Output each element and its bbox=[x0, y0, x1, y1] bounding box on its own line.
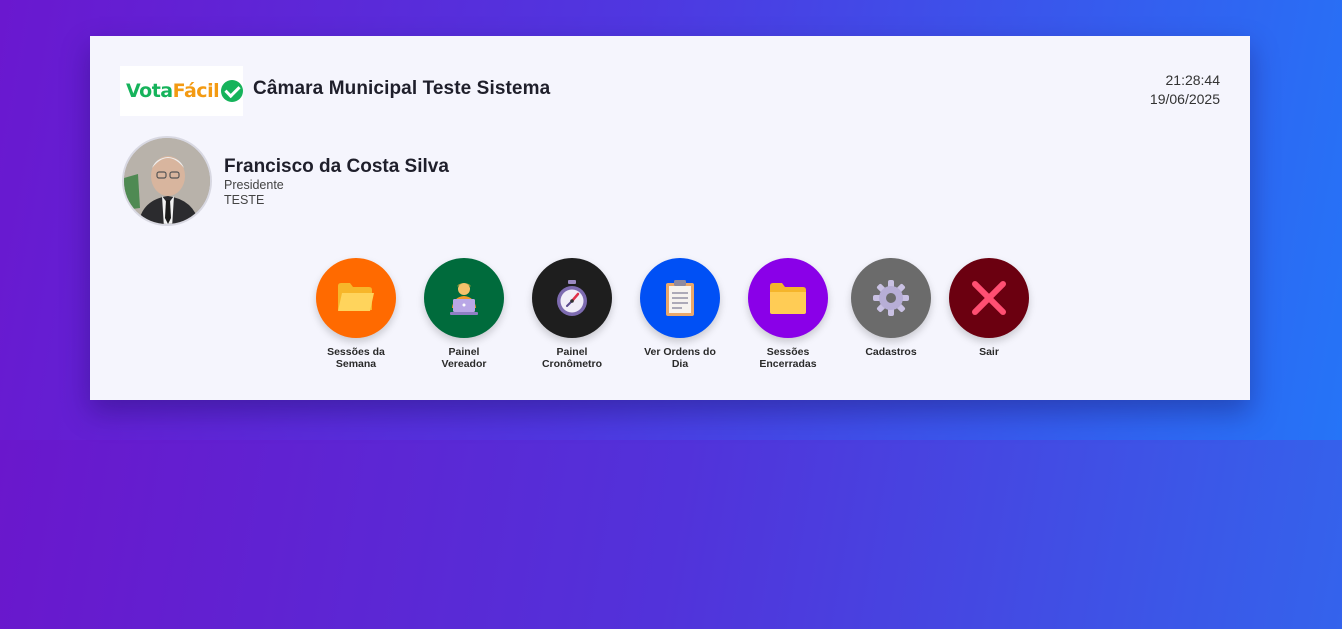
menu-sessoes-semana-button[interactable]: Sessões da Semana bbox=[306, 258, 406, 370]
menu-circle[interactable] bbox=[316, 258, 396, 338]
menu-painel-cronometro-button[interactable]: Painel Cronômetro bbox=[522, 258, 622, 370]
menu-cadastros-button[interactable]: Cadastros bbox=[841, 258, 941, 358]
menu-circle[interactable] bbox=[424, 258, 504, 338]
user-profile: Francisco da Costa Silva Presidente TEST… bbox=[224, 156, 449, 208]
avatar bbox=[122, 136, 212, 226]
menu-circle[interactable] bbox=[851, 258, 931, 338]
chamber-title: Câmara Municipal Teste Sistema bbox=[253, 78, 551, 99]
open-folder-icon bbox=[338, 283, 374, 311]
menu-circle[interactable] bbox=[949, 258, 1029, 338]
folder-icon bbox=[770, 283, 806, 314]
stopwatch-icon bbox=[557, 280, 587, 316]
menu-circle[interactable] bbox=[640, 258, 720, 338]
menu-sair-button[interactable]: Sair bbox=[939, 258, 1039, 358]
menu-painel-vereador-button[interactable]: Painel Vereador bbox=[414, 258, 514, 370]
user-role: Presidente bbox=[224, 178, 284, 192]
menu-ver-ordens-dia-button[interactable]: Ver Ordens do Dia bbox=[630, 258, 730, 370]
datetime-display: 21:28:44 19/06/2025 bbox=[1150, 71, 1220, 109]
menu-sessoes-encerradas-button[interactable]: Sessões Encerradas bbox=[738, 258, 838, 370]
user-name: Francisco da Costa Silva bbox=[224, 156, 449, 177]
clipboard-icon bbox=[666, 280, 694, 316]
menu-circle[interactable] bbox=[748, 258, 828, 338]
current-time: 21:28:44 bbox=[1165, 72, 1221, 88]
user-photo bbox=[124, 138, 210, 224]
votafacil-logo: Vota Fácil bbox=[120, 66, 243, 116]
background-gradient-bottom bbox=[0, 440, 1342, 629]
dashboard-card: Vota Fácil Câmara Municipal Teste Sistema… bbox=[90, 36, 1250, 400]
close-icon bbox=[972, 281, 1006, 315]
menu-circle[interactable] bbox=[532, 258, 612, 338]
check-circle-icon bbox=[221, 80, 243, 102]
current-date: 19/06/2025 bbox=[1149, 91, 1220, 107]
user-party: TESTE bbox=[224, 193, 265, 207]
gear-icon bbox=[873, 280, 909, 316]
person-laptop-icon bbox=[450, 283, 478, 315]
